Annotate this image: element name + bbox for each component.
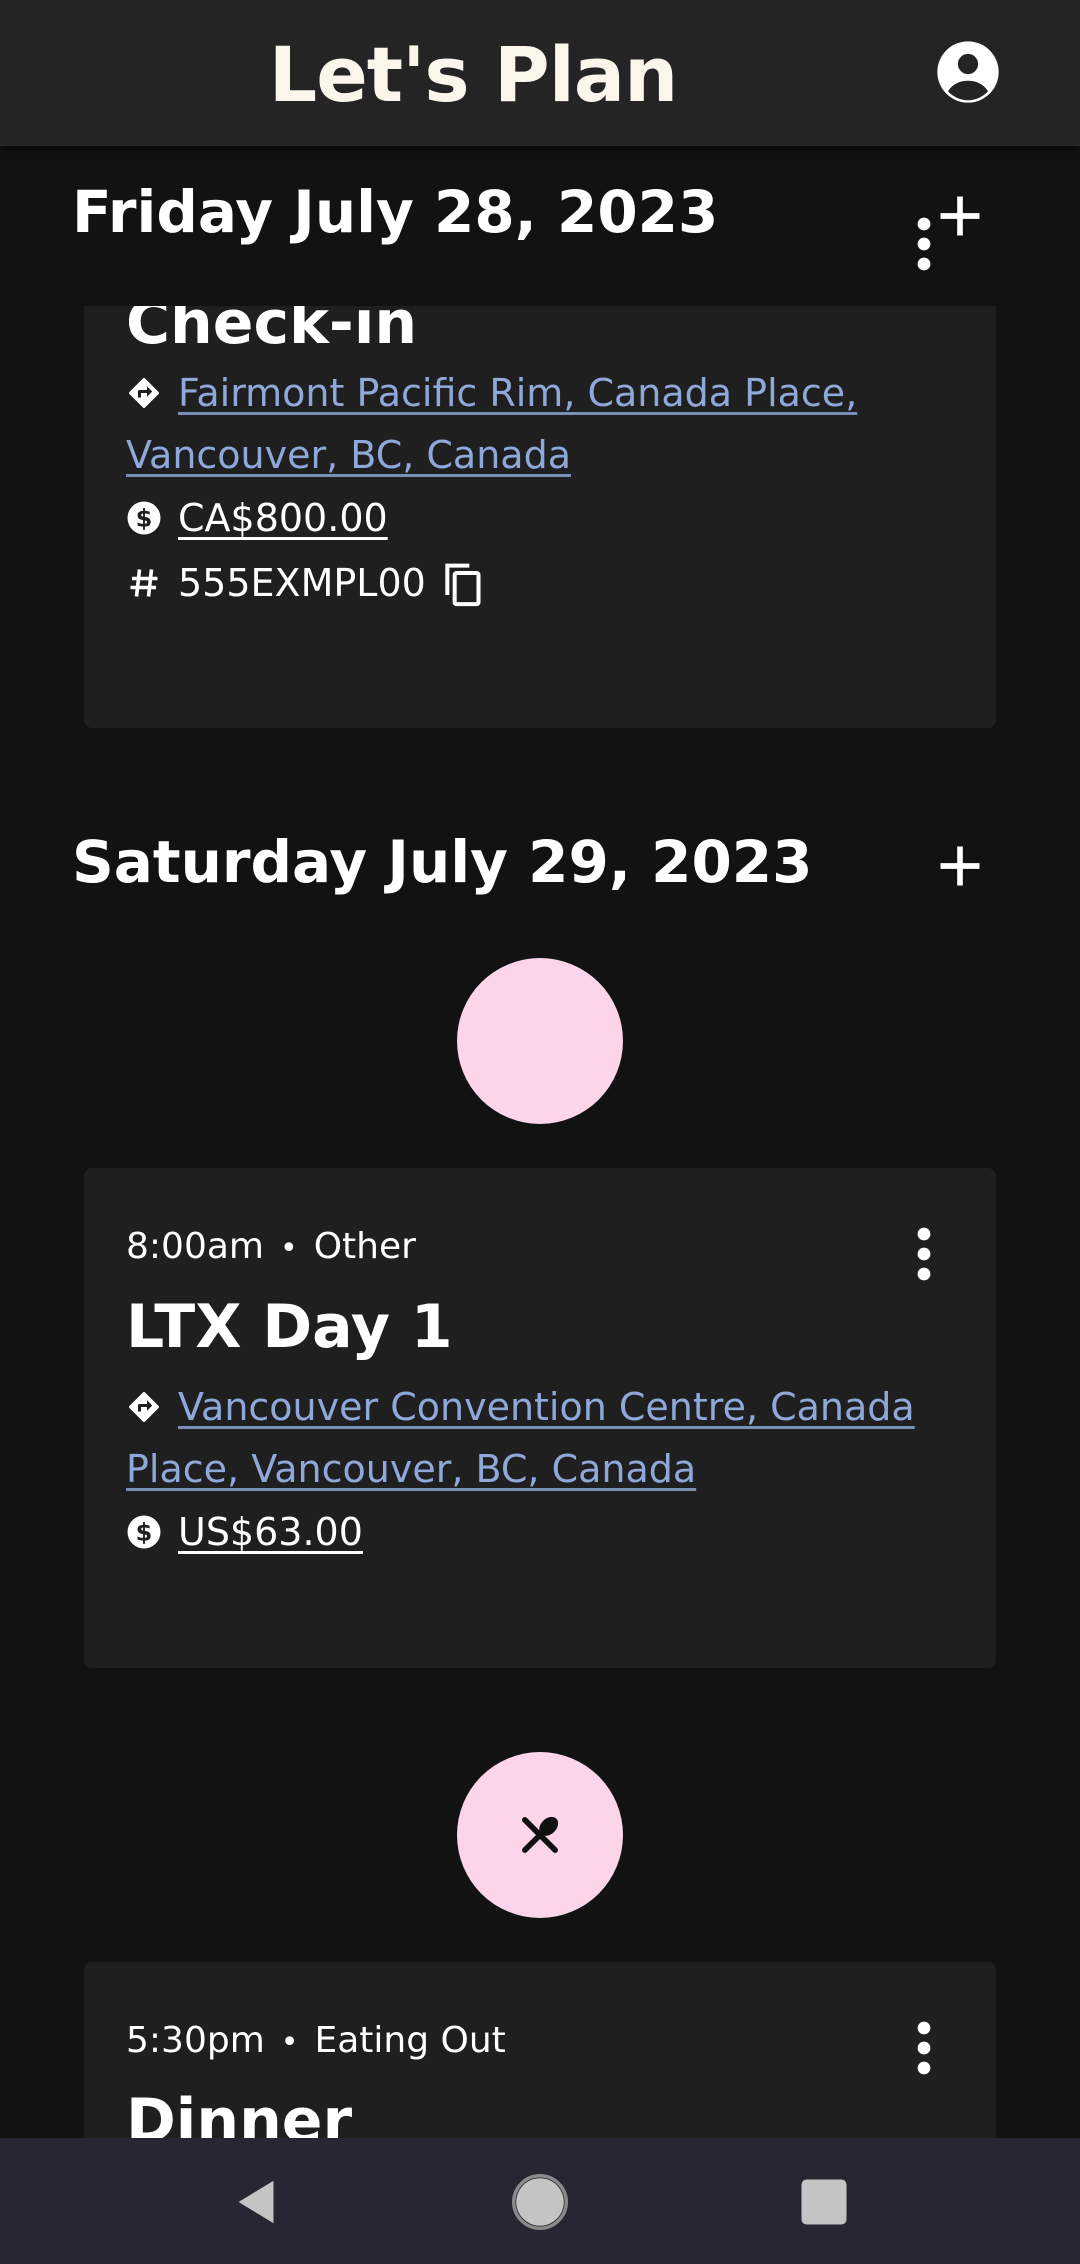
event-meta: 8:00am • Other	[126, 1226, 416, 1267]
confirmation-number: 555EXMPL00	[178, 561, 426, 605]
event-category: Other	[313, 1226, 416, 1267]
event-cost-row: $ CA$800.00	[126, 487, 946, 549]
category-circle-eating-out	[457, 1752, 623, 1918]
more-vertical-icon[interactable]	[914, 2020, 934, 2076]
more-vertical-icon[interactable]	[914, 1226, 934, 1282]
app-title: Let's Plan	[268, 30, 678, 119]
copy-icon[interactable]	[440, 560, 484, 608]
plus-icon[interactable]	[934, 840, 986, 892]
back-icon[interactable]	[226, 2172, 286, 2232]
event-category: Eating Out	[314, 2020, 506, 2061]
event-title: Dinner	[126, 2086, 353, 2138]
day-title: Friday July 28, 2023	[72, 178, 719, 246]
event-card[interactable]: 8:00am • Other LTX Day 1 Vancouver Convent…	[84, 1168, 996, 1668]
event-time: 5:30pm	[126, 2020, 265, 2061]
event-cost[interactable]: US$63.00	[178, 1510, 363, 1554]
account-circle-icon[interactable]	[936, 40, 1000, 104]
event-title: LTX Day 1	[126, 1292, 453, 1362]
event-cost[interactable]: CA$800.00	[178, 496, 388, 540]
itinerary-scroll-area[interactable]: Check-in Fairmont Pacific Rim, Canada Pl…	[0, 0, 1080, 2138]
event-time: 8:00am	[126, 1226, 264, 1267]
dollar-circle-icon: $	[127, 1515, 161, 1549]
event-card[interactable]: 5:30pm • Eating Out Dinner	[84, 1962, 996, 2138]
event-confirmation-row: 555EXMPL00	[126, 552, 946, 614]
day-header-saturday: Saturday July 29, 2023	[0, 800, 1080, 930]
event-location-link[interactable]: Fairmont Pacific Rim, Canada Place, Vanc…	[126, 371, 857, 477]
category-circle	[457, 958, 623, 1124]
plus-icon[interactable]	[934, 190, 986, 242]
more-vertical-icon[interactable]	[914, 216, 934, 272]
svg-text:$: $	[136, 1518, 153, 1546]
day-header-friday: Friday July 28, 2023	[0, 146, 1080, 306]
event-meta: 5:30pm • Eating Out	[126, 2020, 506, 2061]
directions-icon	[129, 378, 159, 408]
event-location-link[interactable]: Vancouver Convention Centre, Canada Plac…	[126, 1385, 915, 1491]
event-location-row: Vancouver Convention Centre, Canada Plac…	[126, 1376, 946, 1500]
system-navigation-bar	[0, 2138, 1080, 2264]
fork-spoon-icon	[522, 1816, 559, 1853]
svg-text:$: $	[136, 504, 153, 532]
hash-icon	[130, 569, 158, 597]
home-icon[interactable]	[510, 2172, 570, 2232]
directions-icon	[129, 1392, 159, 1422]
day-title: Saturday July 29, 2023	[72, 828, 813, 896]
recents-icon[interactable]	[794, 2172, 854, 2232]
event-location-row: Fairmont Pacific Rim, Canada Place, Vanc…	[126, 362, 946, 486]
dollar-circle-icon: $	[127, 501, 161, 535]
event-cost-row: $ US$63.00	[126, 1501, 946, 1563]
app-bar: Let's Plan	[0, 0, 1080, 146]
